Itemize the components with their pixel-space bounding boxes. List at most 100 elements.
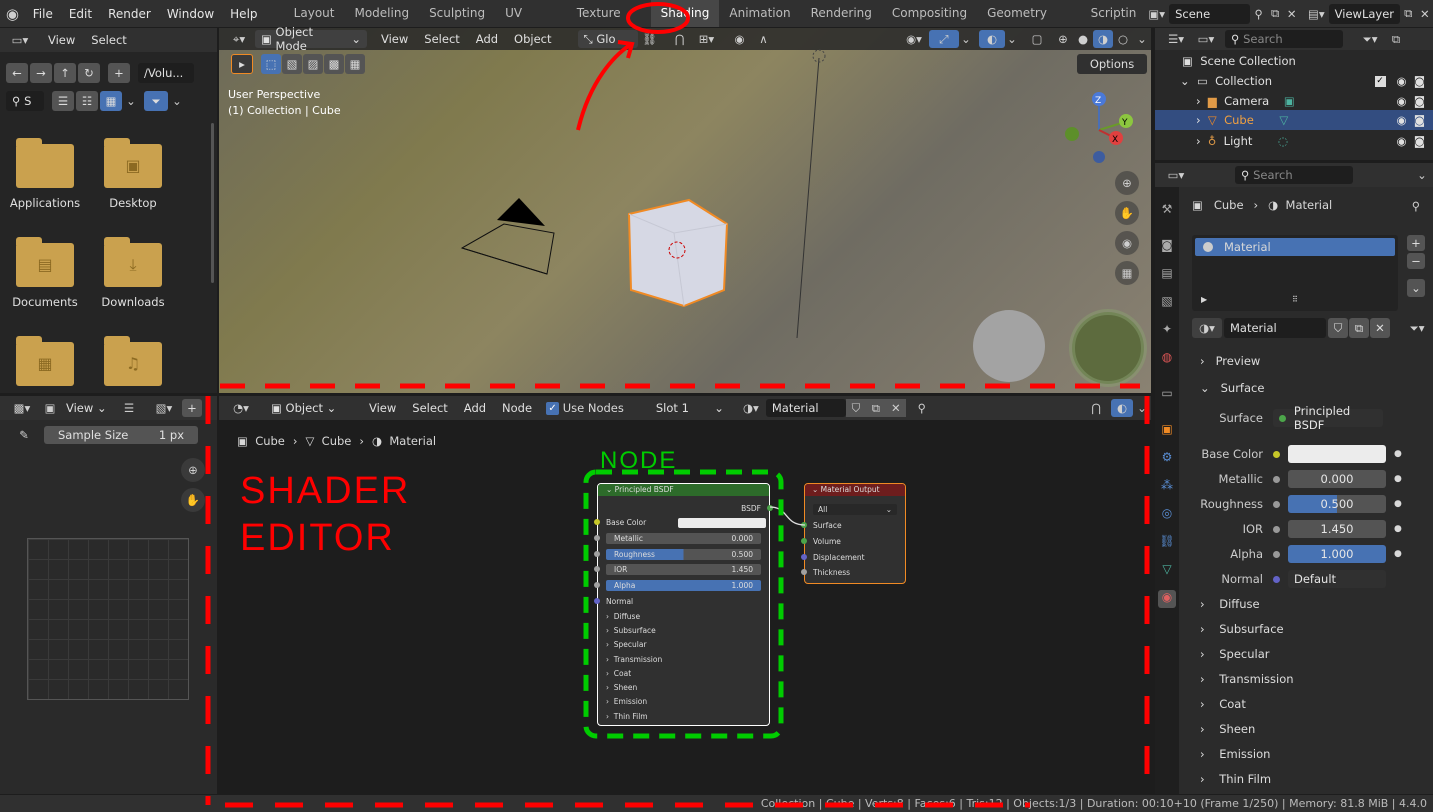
render-camera-icon[interactable]: ◙ (1414, 94, 1425, 108)
value-socket-icon[interactable] (1273, 475, 1280, 483)
material-tab-icon[interactable]: ◉ (1158, 590, 1176, 608)
expand-list-icon[interactable]: ▶ (1201, 295, 1207, 304)
keyframe-dot-icon[interactable]: ● (1394, 474, 1402, 484)
ortho-toggle-icon[interactable]: ▦ (1115, 261, 1139, 285)
normal-field[interactable]: Default (1288, 570, 1386, 588)
world-tab-icon[interactable]: ◍ (1158, 350, 1176, 368)
folder-desktop[interactable]: ▣ Desktop (88, 138, 178, 210)
roughness-field[interactable]: 0.500 (1288, 495, 1386, 513)
new-view-layer-icon[interactable]: ⧉ (1400, 6, 1417, 21)
file-search-input[interactable]: ⚲ S (6, 91, 44, 111)
editor-type-icon[interactable]: ▭▾ (1161, 168, 1191, 182)
pan-hand-icon[interactable]: ✋ (181, 488, 205, 512)
render-camera-icon[interactable]: ◙ (1414, 134, 1425, 148)
viewport-3d[interactable]: ⌖▾ ▣ Object Mode ⌄ View Select Add Objec… (219, 25, 1151, 393)
remove-slot-icon[interactable]: − (1407, 253, 1425, 269)
camera-view-icon[interactable]: ◉ (1115, 231, 1139, 255)
eyedropper-icon[interactable]: ✎ (14, 428, 34, 442)
view-layer-selector-icon[interactable]: ▤▾ (1304, 7, 1329, 21)
scene-tab-icon[interactable]: ✦ (1158, 322, 1176, 340)
panel-sheen[interactable]: › Sheen (1200, 718, 1420, 740)
panel-coat[interactable]: › Coat (1200, 693, 1420, 715)
tab-shading[interactable]: Shading (650, 0, 720, 27)
keyframe-dot-icon[interactable]: ● (1394, 449, 1402, 459)
tab-uv-editing[interactable]: UV Editing (495, 0, 567, 47)
tool-tab-icon[interactable]: ⚒ (1158, 202, 1176, 220)
value-socket-icon[interactable] (1273, 525, 1280, 533)
tab-modeling[interactable]: Modeling (344, 0, 419, 27)
outliner-search-input[interactable]: ⚲ Search (1225, 30, 1343, 48)
panel-specular[interactable]: › Specular (1200, 643, 1420, 665)
tab-geometry-nodes[interactable]: Geometry Nodes (977, 0, 1081, 47)
unlink-material-icon[interactable]: ✕ (1370, 318, 1390, 338)
eye-icon[interactable]: ◉ (1396, 94, 1406, 108)
tree-collection[interactable]: ⌄ ▭ Collection ✓ ◉ ◙ (1180, 71, 1425, 91)
tab-rendering[interactable]: Rendering (801, 0, 882, 27)
pin-icon[interactable]: ⚲ (1408, 199, 1424, 213)
options-dropdown-icon[interactable]: ⌄ (1411, 168, 1433, 182)
shader-editor[interactable]: ◔▾ ▣ Object ⌄ View Select Add Node ✓ Use… (219, 396, 1151, 794)
pan-hand-icon[interactable]: ✋ (1115, 201, 1139, 225)
new-folder-icon[interactable]: + (108, 63, 130, 83)
image-canvas-grid[interactable] (27, 538, 189, 700)
slot-specials-icon[interactable]: ⌄ (1407, 279, 1425, 297)
view-mode-icon[interactable]: ▣ (40, 401, 60, 415)
fake-user-icon[interactable]: ⛉ (1328, 318, 1348, 338)
panel-emission[interactable]: › Emission (1200, 743, 1420, 765)
delete-scene-icon[interactable]: ✕ (1283, 7, 1300, 21)
blender-logo-icon[interactable]: ◉ (0, 5, 25, 23)
menu-help[interactable]: Help (222, 7, 265, 21)
scene-selector-icon[interactable]: ▣▾ (1144, 7, 1169, 21)
zoom-icon[interactable]: ⊕ (1115, 171, 1139, 195)
folder-applications[interactable]: Applications (0, 138, 90, 210)
display-dropdown-icon[interactable]: ⌄ (122, 94, 140, 108)
tab-animation[interactable]: Animation (719, 0, 800, 27)
image-browse-icon[interactable]: ▧▾ (146, 401, 182, 415)
vertical-list-icon[interactable]: ☰ (52, 91, 74, 111)
back-icon[interactable]: ← (6, 63, 28, 83)
file-menu-view[interactable]: View (40, 33, 83, 47)
parent-dir-icon[interactable]: ↑ (54, 63, 76, 83)
tab-scripting[interactable]: Scriptin (1081, 0, 1141, 27)
vector-socket-icon[interactable] (1273, 575, 1280, 583)
tree-scene-collection[interactable]: ▣ Scene Collection (1182, 51, 1296, 71)
material-datablock-field[interactable]: Material (1224, 318, 1326, 338)
ior-field[interactable]: 1.450 (1288, 520, 1386, 538)
new-image-icon[interactable]: + (182, 399, 202, 417)
path-field[interactable]: /Volu... (138, 63, 194, 83)
menu-render[interactable]: Render (100, 7, 159, 21)
render-tab-icon[interactable]: ◙ (1158, 238, 1176, 256)
forward-icon[interactable]: → (30, 63, 52, 83)
alpha-field[interactable]: 1.000 (1288, 545, 1386, 563)
editor-type-icon[interactable]: ☰▾ (1161, 32, 1191, 46)
panel-diffuse[interactable]: › Diffuse (1200, 593, 1420, 615)
display-mode-icon[interactable]: ▭▾ (1191, 32, 1221, 46)
eye-icon[interactable]: ◉ (1396, 74, 1406, 88)
properties-search-input[interactable]: ⚲ Search (1235, 166, 1353, 184)
pin-icon[interactable]: ⚲ (1250, 7, 1267, 21)
tab-texture-paint[interactable]: Texture Paint (567, 0, 651, 47)
delete-view-layer-icon[interactable]: ✕ (1417, 7, 1433, 21)
image-view-dropdown[interactable]: View ⌄ (60, 399, 118, 417)
panel-thin-film[interactable]: › Thin Film (1200, 768, 1420, 790)
menu-edit[interactable]: Edit (61, 7, 100, 21)
keyframe-dot-icon[interactable]: ● (1394, 549, 1402, 559)
collection-tab-icon[interactable]: ▭ (1158, 386, 1176, 404)
sample-size-field[interactable]: Sample Size 1 px (44, 426, 198, 444)
folder-downloads[interactable]: ⤓ Downloads (88, 237, 178, 309)
folder-documents[interactable]: ▤ Documents (0, 237, 90, 309)
preview-panel-header[interactable]: › Preview (1200, 350, 1420, 372)
material-slot-item[interactable]: Material (1195, 238, 1395, 256)
new-scene-icon[interactable]: ⧉ (1267, 6, 1284, 21)
tab-compositing[interactable]: Compositing (882, 0, 977, 27)
folder-movies[interactable]: ▦ (0, 336, 90, 394)
panel-transmission[interactable]: › Transmission (1200, 668, 1420, 690)
checkbox-checked-icon[interactable]: ✓ (1374, 75, 1386, 87)
scene-field[interactable]: Scene (1169, 3, 1251, 24)
view-layer-tab-icon[interactable]: ▧ (1158, 294, 1176, 312)
material-slot-list[interactable]: Material ▶ ⠿ (1192, 235, 1398, 311)
refresh-icon[interactable]: ↻ (78, 63, 100, 83)
value-socket-icon[interactable] (1273, 500, 1280, 508)
tab-layout[interactable]: Layout (284, 0, 345, 27)
keyframe-dot-icon[interactable]: ● (1394, 524, 1402, 534)
